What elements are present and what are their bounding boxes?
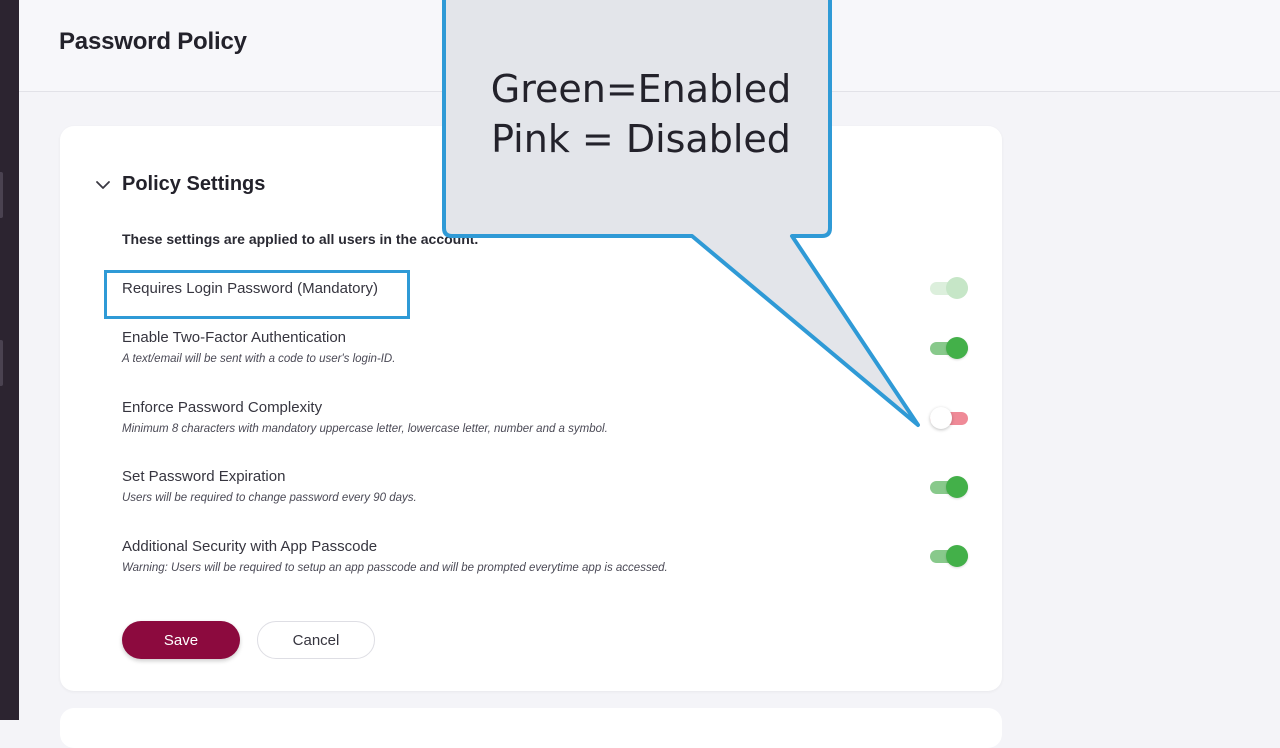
- toggle-login-password[interactable]: [930, 276, 968, 300]
- section-title: Policy Settings: [122, 173, 266, 195]
- next-card: [60, 708, 1002, 748]
- setting-label: Enable Two-Factor Authentication: [122, 329, 347, 346]
- annotation-highlight-box: [104, 270, 410, 319]
- toggle-knob: [930, 407, 952, 429]
- setting-label: Set Password Expiration: [122, 468, 286, 485]
- section-header[interactable]: Policy Settings: [94, 173, 265, 196]
- annotation-line-disabled: Pink = Disabled: [491, 117, 791, 161]
- setting-hint: Warning: Users will be required to setup…: [122, 562, 668, 574]
- annotation-callout-text: Green=Enabled Pink = Disabled: [455, 64, 827, 164]
- toggle-knob: [946, 337, 968, 359]
- setting-two-factor: Enable Two-Factor Authentication A text/…: [122, 329, 942, 365]
- toggle-password-expiration[interactable]: [930, 475, 968, 499]
- annotation-line-enabled: Green=Enabled: [490, 67, 792, 111]
- cancel-button[interactable]: Cancel: [257, 621, 375, 659]
- chevron-down-icon[interactable]: [94, 176, 112, 194]
- rail-marker: [0, 340, 3, 386]
- setting-hint: Users will be required to change passwor…: [122, 492, 417, 504]
- setting-label: Enforce Password Complexity: [122, 399, 323, 416]
- toggle-app-passcode[interactable]: [930, 544, 968, 568]
- setting-hint: Minimum 8 characters with mandatory uppe…: [122, 423, 608, 435]
- toggle-two-factor[interactable]: [930, 336, 968, 360]
- setting-app-passcode: Additional Security with App Passcode Wa…: [122, 538, 942, 574]
- toggle-password-complexity[interactable]: [930, 406, 968, 430]
- toggle-knob: [946, 476, 968, 498]
- setting-hint: A text/email will be sent with a code to…: [122, 353, 396, 365]
- toggle-knob: [946, 277, 968, 299]
- section-description: These settings are applied to all users …: [122, 231, 479, 247]
- page-title: Password Policy: [59, 28, 247, 55]
- save-button[interactable]: Save: [122, 621, 240, 659]
- app-sidebar-rail: [0, 0, 19, 720]
- setting-password-complexity: Enforce Password Complexity Minimum 8 ch…: [122, 399, 942, 435]
- policy-settings-card: Policy Settings These settings are appli…: [60, 126, 1002, 691]
- rail-marker: [0, 172, 3, 218]
- setting-label: Additional Security with App Passcode: [122, 538, 378, 555]
- toggle-knob: [946, 545, 968, 567]
- setting-password-expiration: Set Password Expiration Users will be re…: [122, 468, 942, 504]
